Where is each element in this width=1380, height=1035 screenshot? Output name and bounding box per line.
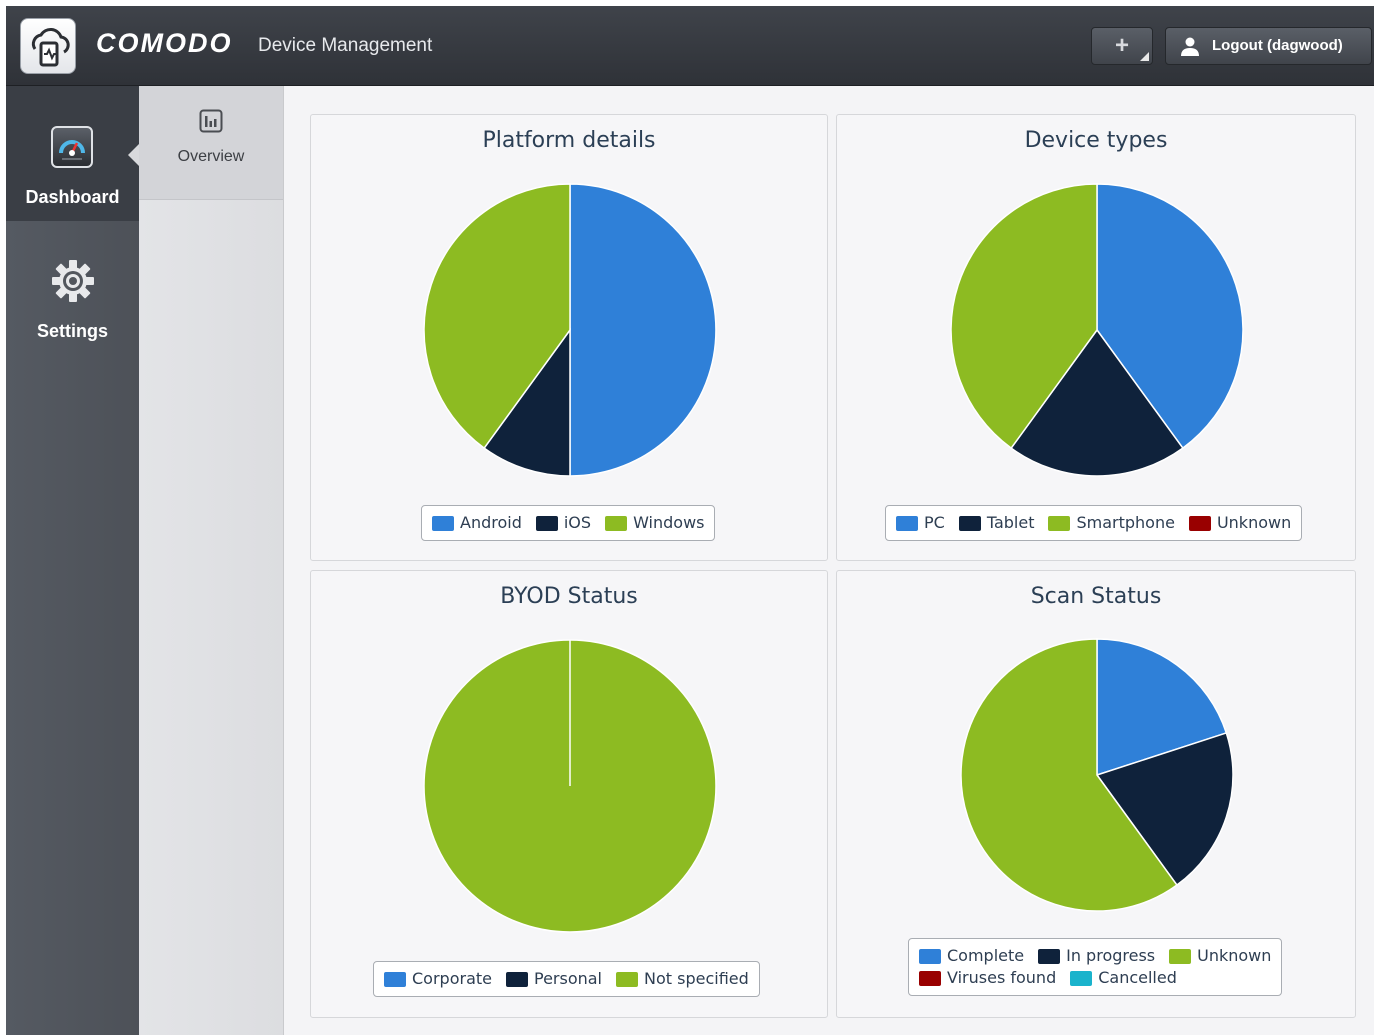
legend-label: Windows [633, 513, 705, 532]
top-header: COMODO Device Management + Logout (dagwo… [6, 6, 1374, 86]
legend-swatch [605, 515, 628, 531]
nav-item-settings[interactable]: Settings [6, 246, 139, 346]
comodo-logo-icon [20, 18, 76, 74]
legend-label: Smartphone [1076, 513, 1175, 532]
device-types-panel: Device types PC Tablet Smartphone Unknown [836, 114, 1356, 561]
nav-settings-label: Settings [36, 321, 108, 341]
legend-label: In progress [1066, 946, 1156, 965]
legend-item-tablet[interactable]: Tablet [958, 512, 1035, 534]
main-sidebar: Dashboard Settings [6, 86, 139, 1035]
panel-title: Platform details [482, 128, 656, 153]
legend-item-unknown[interactable]: Unknown [1169, 945, 1271, 967]
add-button[interactable]: + [1091, 27, 1153, 65]
platform-details-panel: Platform details Android iOS Windows [310, 114, 828, 561]
legend-label: Personal [533, 969, 602, 988]
device-types-legend: PC Tablet Smartphone Unknown [885, 505, 1303, 541]
legend-swatch [1188, 515, 1211, 531]
legend-item-windows[interactable]: Windows [605, 512, 704, 534]
dashboard-gauge-icon [51, 126, 93, 168]
legend-item-cancelled[interactable]: Cancelled [1070, 967, 1177, 989]
legend-swatch [896, 515, 918, 531]
legend-swatch [919, 948, 941, 964]
legend-row: Complete In progress Unknown [919, 945, 1271, 967]
platform-details-pie-chart [423, 183, 717, 477]
panel-title: BYOD Status [500, 584, 638, 609]
active-indicator-arrow [128, 144, 139, 166]
plus-icon: + [1114, 32, 1129, 59]
dropdown-corner-icon [1140, 52, 1149, 61]
logout-label: Logout (dagwood) [1212, 37, 1343, 54]
legend-label: iOS [563, 513, 592, 532]
legend-label: Viruses found [947, 968, 1057, 987]
logout-button[interactable]: Logout (dagwood) [1165, 27, 1372, 65]
legend-row: Android iOS Windows [432, 512, 704, 534]
legend-swatch [958, 515, 981, 531]
legend-label: Cancelled [1098, 968, 1177, 987]
legend-item-not-specified[interactable]: Not specified [616, 968, 749, 990]
byod-status-legend: Corporate Personal Not specified [373, 961, 760, 997]
legend-item-unknown[interactable]: Unknown [1188, 512, 1292, 534]
device-types-pie-chart [950, 183, 1244, 477]
byod-status-panel: BYOD Status Corporate Personal Not specifi… [310, 570, 828, 1018]
legend-item-viruses-found[interactable]: Viruses found [919, 967, 1056, 989]
panel-title: Device types [1024, 128, 1168, 153]
legend-row: Corporate Personal Not specified [384, 968, 749, 990]
legend-item-pc[interactable]: PC [896, 512, 945, 534]
pie-slice-android[interactable] [569, 183, 717, 477]
legend-row: PC Tablet Smartphone Unknown [896, 512, 1291, 534]
legend-label: Unknown [1216, 513, 1292, 532]
legend-item-ios[interactable]: iOS [535, 512, 592, 534]
legend-label: Unknown [1197, 946, 1272, 965]
legend-label: PC [924, 513, 945, 532]
legend-swatch [616, 971, 638, 987]
legend-item-personal[interactable]: Personal [505, 968, 602, 990]
dashboard-content: Platform details Android iOS Windows Devic… [284, 86, 1374, 1035]
platform-details-legend: Android iOS Windows [421, 505, 716, 541]
legend-item-smartphone[interactable]: Smartphone [1048, 512, 1175, 534]
legend-item-corporate[interactable]: Corporate [384, 968, 492, 990]
legend-label: Corporate [412, 969, 492, 988]
legend-label: Complete [947, 946, 1025, 965]
legend-row: Viruses found Cancelled [919, 967, 1271, 989]
product-name: Device Management [258, 35, 433, 56]
legend-item-android[interactable]: Android [432, 512, 522, 534]
scan-status-legend: Complete In progress Unknown Viruses found C… [908, 938, 1283, 996]
byod-status-pie-chart [423, 639, 717, 933]
user-icon [1181, 37, 1199, 56]
nav-dashboard-label: Dashboard [25, 187, 120, 207]
legend-swatch [535, 515, 558, 531]
legend-swatch [1169, 948, 1192, 964]
nav-item-dashboard[interactable]: Dashboard [6, 86, 139, 221]
subnav-item-overview[interactable]: Overview [139, 86, 283, 200]
legend-swatch [1048, 515, 1071, 531]
overview-chart-icon [199, 109, 223, 133]
legend-label: Tablet [986, 513, 1035, 532]
legend-item-complete[interactable]: Complete [919, 945, 1024, 967]
legend-label: Android [460, 513, 522, 532]
legend-item-in-progress[interactable]: In progress [1038, 945, 1155, 967]
legend-swatch [1070, 970, 1093, 986]
legend-swatch [1038, 948, 1061, 964]
panel-title: Scan Status [1030, 584, 1162, 609]
legend-swatch [505, 971, 528, 987]
subnav-overview-label: Overview [177, 148, 245, 165]
brand-name: COMODO [96, 28, 233, 58]
app-window: COMODO Device Management + Logout (dagwo… [6, 6, 1374, 1035]
legend-label: Not specified [644, 969, 749, 988]
sub-sidebar: Overview [139, 86, 284, 1035]
gear-icon [50, 258, 96, 304]
legend-swatch [919, 970, 941, 986]
scan-status-pie-chart [960, 638, 1234, 912]
legend-swatch [432, 515, 454, 531]
legend-swatch [384, 971, 406, 987]
scan-status-panel: Scan Status Complete In progress Unknown Vi… [836, 570, 1356, 1018]
